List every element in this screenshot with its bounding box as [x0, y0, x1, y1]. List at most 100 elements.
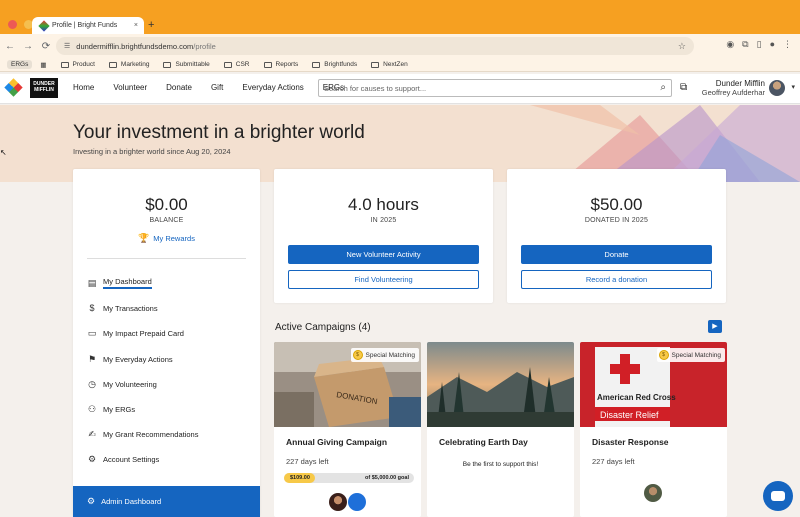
folder-icon: [108, 61, 117, 68]
nav-donate[interactable]: Donate: [166, 83, 192, 92]
campaign-days-left: 227 days left: [592, 457, 635, 466]
avatar[interactable]: [644, 484, 662, 502]
close-window-button[interactable]: [8, 20, 17, 29]
dollar-icon: $: [89, 303, 95, 313]
extension-icons: ◉ ⧉ ▯ ● ⋮: [726, 39, 792, 50]
bookmark-folder[interactable]: CSR: [223, 61, 250, 68]
folder-icon: [60, 61, 69, 68]
browser-nav-bar: ← → ⟳ ☰ dundermifflin.brightfundsdemo.co…: [0, 34, 800, 58]
campaigns-heading: Active Campaigns (4): [275, 322, 371, 333]
balance-sidebar-card: $0.00 BALANCE 🏆 My Rewards ▤ My Dashboard …: [73, 169, 260, 517]
svg-text:Disaster Relief: Disaster Relief: [600, 410, 659, 420]
brightfunds-logo-icon[interactable]: [4, 78, 23, 97]
clock-icon: ◷: [88, 379, 96, 389]
my-rewards-link[interactable]: 🏆 My Rewards: [73, 233, 260, 244]
user-org: Dunder Mifflin: [715, 79, 765, 88]
record-donation-button[interactable]: Record a donation: [521, 270, 712, 289]
sidepanel-icon[interactable]: ▯: [757, 39, 762, 50]
extensions-puzzle-icon[interactable]: ⧉: [742, 39, 748, 50]
avatar[interactable]: [769, 80, 785, 96]
nav-volunteer[interactable]: Volunteer: [113, 83, 147, 92]
browser-tab[interactable]: Profile | Bright Funds ×: [32, 17, 144, 34]
admin-dashboard-button[interactable]: ⚙ Admin Dashboard: [73, 486, 260, 517]
browser-tab-bar: Profile | Bright Funds × +: [0, 0, 800, 34]
new-tab-button[interactable]: +: [148, 19, 154, 31]
sidebar-item-grant-recommendations[interactable]: ✍ My Grant Recommendations: [87, 429, 198, 440]
menu-kebab-icon[interactable]: ⋮: [783, 39, 792, 50]
campaign-name: Disaster Response: [592, 437, 669, 447]
sidebar-item-label: Account Settings: [103, 455, 160, 464]
forward-button[interactable]: →: [20, 41, 36, 52]
reload-button[interactable]: ⟳: [38, 41, 54, 52]
chat-button[interactable]: [763, 481, 793, 511]
back-button[interactable]: ←: [2, 41, 18, 52]
bookmark-folder[interactable]: NextZen: [371, 61, 408, 68]
bookmark-folder[interactable]: Marketing: [108, 61, 149, 68]
address-bar[interactable]: ☰ dundermifflin.brightfundsdemo.com/prof…: [56, 37, 694, 55]
sidebar-item-ergs[interactable]: ⚇ My ERGs: [87, 404, 135, 415]
bookmark-folder[interactable]: Brightfunds: [312, 61, 357, 68]
avatar[interactable]: [329, 493, 347, 511]
sidebar-item-account-settings[interactable]: ⚙ Account Settings: [87, 454, 159, 465]
campaign-days-left: 227 days left: [286, 457, 329, 466]
coin-icon: $: [658, 350, 669, 360]
bookmark-folder[interactable]: Submittable: [163, 61, 210, 68]
search-icon[interactable]: ⌕: [660, 82, 666, 93]
apps-grid-icon[interactable]: ▦: [40, 61, 46, 69]
bookmark-folder[interactable]: Product: [60, 61, 95, 68]
sidebar-item-prepaid-card[interactable]: ▭ My Impact Prepaid Card: [87, 328, 184, 339]
donated-card: $50.00 DONATED IN 2025 Donate Record a d…: [507, 169, 726, 303]
campaign-name: Celebrating Earth Day: [439, 437, 528, 447]
sidebar-item-dashboard[interactable]: ▤ My Dashboard: [87, 277, 152, 289]
chevron-down-icon[interactable]: ▾: [791, 83, 795, 91]
clipboard-icon: ▤: [87, 277, 97, 288]
coin-icon: $: [352, 350, 363, 360]
nav-home[interactable]: Home: [73, 83, 94, 92]
special-matching-badge: $ Special Matching: [656, 348, 725, 362]
play-icon[interactable]: ▶: [708, 320, 722, 333]
bookmark-folder[interactable]: Reports: [263, 61, 298, 68]
raised-amount: $109.00: [290, 475, 310, 481]
volunteer-hours: 4.0 hours: [348, 195, 419, 214]
avatar[interactable]: [348, 493, 366, 511]
volunteer-label: IN 2025: [370, 217, 397, 224]
campaign-card[interactable]: American Red Cross Disaster Relief $ Spec…: [580, 342, 727, 517]
folder-icon: [263, 61, 272, 68]
folder-icon: [223, 61, 232, 68]
sidebar-item-label: My Impact Prepaid Card: [103, 329, 184, 338]
nav-gift[interactable]: Gift: [211, 83, 223, 92]
folder-icon: [312, 61, 321, 68]
goal-amount: of $5,000.00 goal: [364, 475, 409, 481]
sidebar-item-label: My Dashboard: [103, 277, 152, 289]
bookmark-ergs[interactable]: ERGs: [7, 60, 33, 69]
sidebar-item-everyday-actions[interactable]: ⚑ My Everyday Actions: [87, 354, 173, 365]
favicon-icon: [38, 19, 50, 32]
new-volunteer-activity-button[interactable]: New Volunteer Activity: [288, 245, 479, 264]
donated-amount: $50.00: [590, 195, 643, 214]
site-info-icon[interactable]: ☰: [64, 42, 70, 50]
translate-icon[interactable]: ⧉: [680, 82, 687, 93]
search-input[interactable]: Search for causes to support... ⌕: [318, 79, 672, 97]
nav-everyday-actions[interactable]: Everyday Actions: [242, 83, 303, 92]
campaign-card[interactable]: Celebrating Earth Day Be the first to su…: [427, 342, 574, 517]
extension-icon[interactable]: ◉: [726, 39, 734, 50]
campaign-name: Annual Giving Campaign: [286, 437, 388, 447]
campaign-card[interactable]: DONATION $ Special Matching Annual Giving…: [274, 342, 421, 517]
bookmark-star-icon[interactable]: ☆: [678, 41, 686, 52]
find-volunteering-button[interactable]: Find Volunteering: [288, 270, 479, 289]
sidebar-item-label: My ERGs: [103, 405, 136, 414]
donate-button[interactable]: Donate: [521, 245, 712, 264]
balance-label: BALANCE: [149, 217, 184, 224]
sidebar-item-label: My Grant Recommendations: [103, 430, 199, 439]
sidebar-item-volunteering[interactable]: ◷ My Volunteering: [87, 379, 157, 390]
company-logo[interactable]: DUNDER MIFFLIN: [30, 78, 58, 98]
folder-icon: [371, 61, 380, 68]
first-to-support-text: Be the first to support this!: [462, 461, 539, 468]
profile-icon[interactable]: ●: [770, 39, 775, 50]
sidebar-item-label: My Transactions: [103, 303, 158, 313]
tab-close-icon[interactable]: ×: [134, 22, 138, 29]
credit-card-icon: ▭: [87, 328, 97, 338]
sidebar-item-transactions[interactable]: $ My Transactions: [87, 303, 158, 313]
sidebar-item-label: My Volunteering: [103, 380, 157, 389]
special-matching-badge: $ Special Matching: [350, 348, 419, 362]
